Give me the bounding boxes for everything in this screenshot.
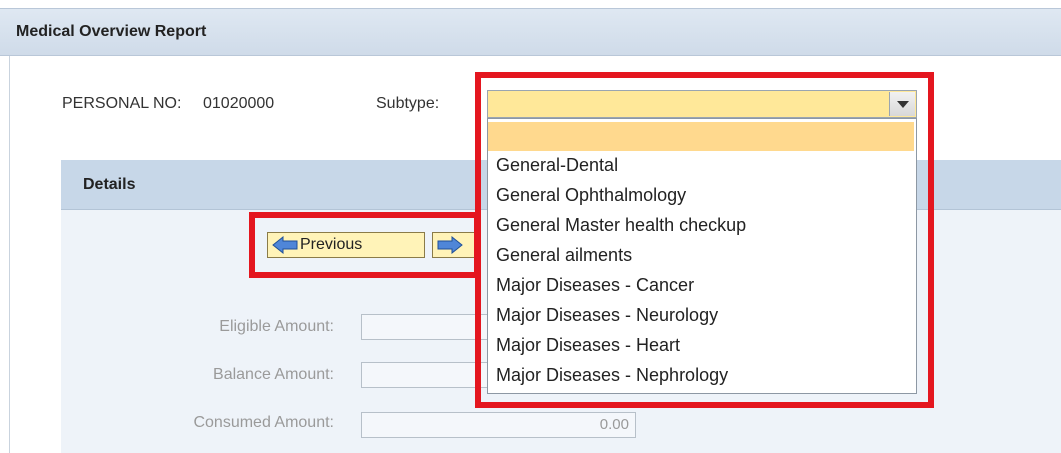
balance-amount-label: Balance Amount:: [213, 366, 334, 383]
dropdown-option-general-ophthalmology[interactable]: General Ophthalmology: [496, 185, 686, 206]
dropdown-option-general-dental[interactable]: General-Dental: [496, 155, 618, 176]
previous-button-label: Previous: [300, 236, 363, 253]
subtype-dropdown-list[interactable]: General-Dental General Ophthalmology Gen…: [487, 118, 917, 394]
consumed-amount-field: 0.00: [361, 412, 636, 438]
dropdown-option-major-diseases-nephrology[interactable]: Major Diseases - Nephrology: [496, 365, 728, 386]
dropdown-option-major-diseases-cancer[interactable]: Major Diseases - Cancer: [496, 275, 694, 296]
arrow-right-icon: [437, 236, 463, 254]
details-title: Details: [83, 176, 136, 193]
panel-left-border: [9, 56, 10, 453]
next-button[interactable]: [432, 232, 480, 258]
consumed-amount-label: Consumed Amount:: [193, 414, 334, 431]
arrow-left-icon: [272, 236, 298, 254]
page-title: Medical Overview Report: [16, 23, 207, 40]
personal-no-label: PERSONAL NO:: [62, 95, 182, 112]
previous-button[interactable]: Previous: [267, 232, 425, 258]
chevron-down-icon[interactable]: [889, 92, 915, 116]
dropdown-option-general-master-health-checkup[interactable]: General Master health checkup: [496, 215, 746, 236]
dropdown-option-general-ailments[interactable]: General ailments: [496, 245, 632, 266]
personal-no-value: 01020000: [203, 95, 275, 112]
subtype-label: Subtype:: [376, 95, 440, 112]
subtype-select[interactable]: [487, 90, 917, 118]
dropdown-option-major-diseases-neurology[interactable]: Major Diseases - Neurology: [496, 305, 718, 326]
dropdown-option-major-diseases-heart[interactable]: Major Diseases - Heart: [496, 335, 680, 356]
panel-header: Medical Overview Report: [0, 8, 1061, 56]
eligible-amount-label: Eligible Amount:: [219, 318, 334, 335]
dropdown-option-blank-selected[interactable]: [488, 122, 914, 151]
